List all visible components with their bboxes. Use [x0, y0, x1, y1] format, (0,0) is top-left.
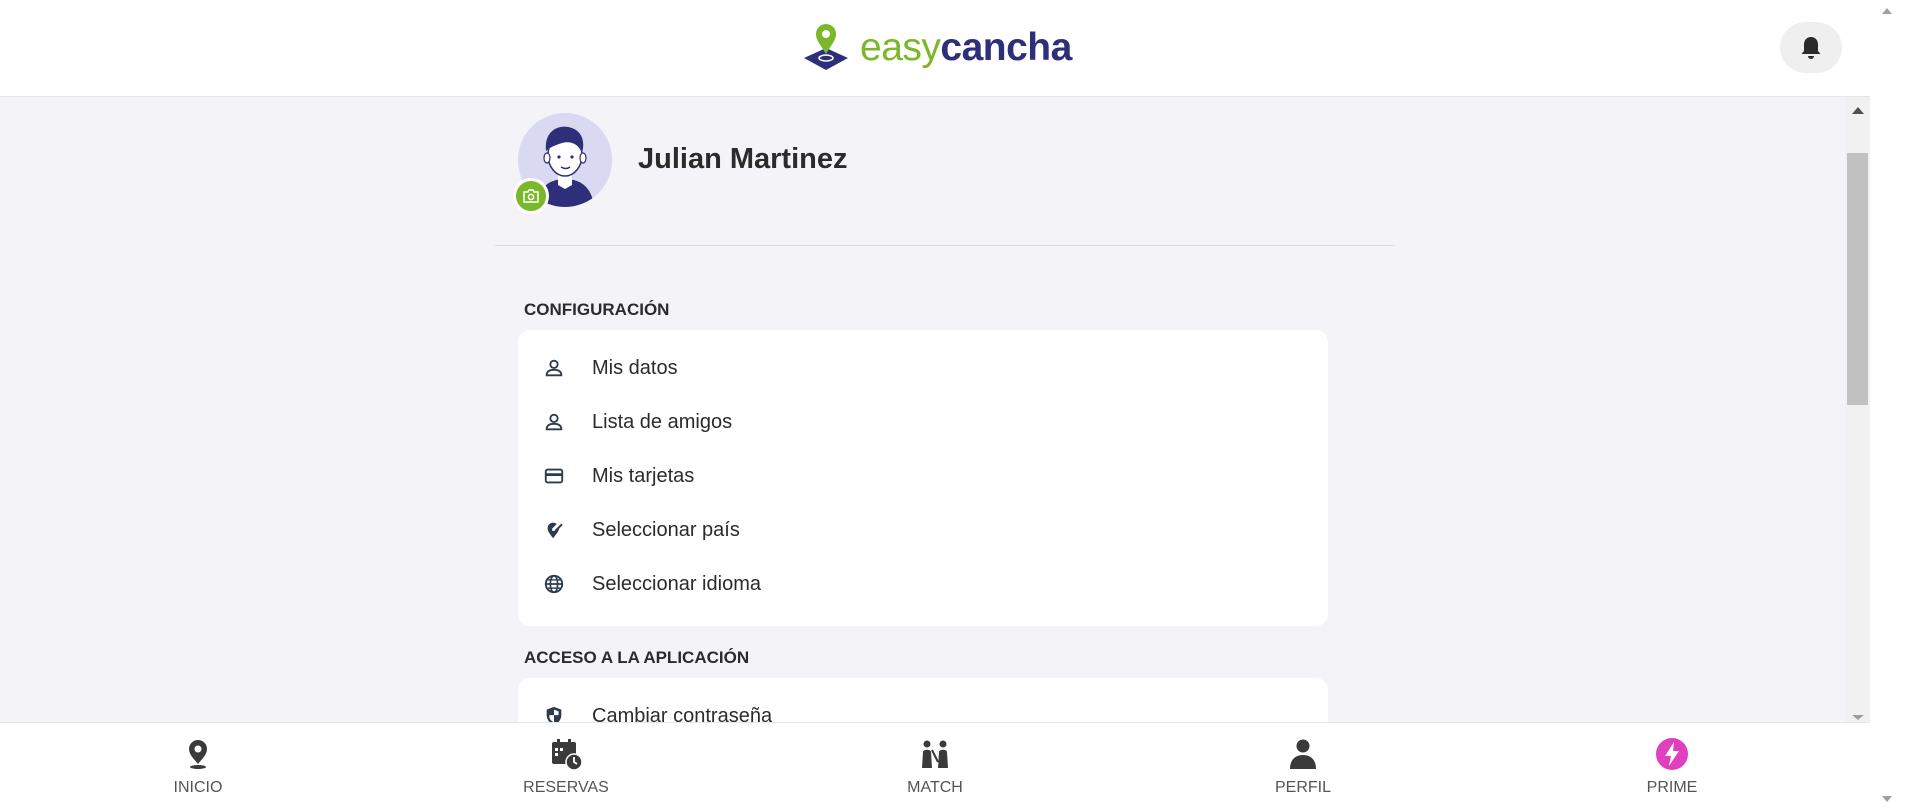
- window-scrollbar[interactable]: [1870, 0, 1920, 812]
- nav-label: RESERVAS: [523, 779, 609, 796]
- content-scrollbar[interactable]: [1845, 97, 1870, 722]
- window-scroll-down-arrow[interactable]: [1882, 796, 1892, 802]
- menu-item-label: Seleccionar idioma: [592, 572, 761, 595]
- nav-item-match[interactable]: MATCH: [855, 723, 1015, 812]
- credit-card-icon: [542, 464, 566, 488]
- menu-item-seleccionar-pais[interactable]: Seleccionar país: [518, 510, 1328, 550]
- menu-item-label: Cambiar contraseña: [592, 704, 773, 723]
- user-name: Julian Martinez: [638, 143, 848, 175]
- easycancha-logo[interactable]: easycancha: [800, 24, 1072, 72]
- scroll-up-arrow[interactable]: [1852, 107, 1864, 114]
- profile-divider: [495, 245, 1395, 246]
- nav-label: PERFIL: [1274, 779, 1331, 796]
- menu-item-label: Mis datos: [592, 356, 678, 379]
- logo-text-cancha: cancha: [940, 26, 1072, 69]
- logo-pin-icon: [804, 24, 848, 70]
- menu-item-label: Lista de amigos: [592, 410, 733, 433]
- person-icon: [542, 410, 566, 434]
- nav-label: PRIME: [1646, 779, 1698, 796]
- menu-item-mis-datos[interactable]: Mis datos: [518, 348, 1328, 388]
- user-icon: [1284, 735, 1322, 773]
- menu-item-seleccionar-idioma[interactable]: Seleccionar idioma: [518, 564, 1328, 604]
- scrollbar-thumb[interactable]: [1847, 153, 1868, 405]
- location-edit-icon: [542, 518, 566, 542]
- nav-item-inicio[interactable]: INICIO: [118, 723, 278, 812]
- shield-icon: [542, 704, 566, 722]
- top-header: easycancha: [0, 0, 1870, 97]
- lightning-icon: [1653, 735, 1691, 773]
- logo-text: easycancha: [860, 26, 1072, 70]
- menu-item-cambiar-contrasena[interactable]: Cambiar contraseña: [518, 696, 1328, 722]
- window-scroll-up-arrow[interactable]: [1882, 8, 1892, 14]
- map-pin-icon: [179, 735, 217, 773]
- access-card: Cambiar contraseña: [518, 678, 1328, 722]
- change-photo-button[interactable]: [513, 178, 549, 214]
- section-title-acceso: ACCESO A LA APLICACIÓN: [524, 648, 750, 667]
- nav-label: MATCH: [907, 779, 963, 796]
- logo-text-easy: easy: [860, 26, 941, 69]
- menu-item-lista-de-amigos[interactable]: Lista de amigos: [518, 402, 1328, 442]
- scroll-down-arrow[interactable]: [1852, 715, 1864, 720]
- camera-icon: [523, 189, 539, 203]
- globe-icon: [542, 572, 566, 596]
- menu-item-mis-tarjetas[interactable]: Mis tarjetas: [518, 456, 1328, 496]
- nav-item-reservas[interactable]: RESERVAS: [486, 723, 646, 812]
- person-icon: [542, 356, 566, 380]
- bell-icon: [1801, 36, 1821, 59]
- profile-content[interactable]: Julian Martinez CONFIGURACIÓN Mis datos …: [0, 97, 1870, 722]
- menu-item-label: Seleccionar país: [592, 518, 740, 541]
- bottom-navigation: INICIO RESERVAS MATCH PERFIL PRIME: [0, 722, 1870, 812]
- players-icon: [916, 735, 954, 773]
- section-title-configuracion: CONFIGURACIÓN: [524, 300, 670, 319]
- calendar-clock-icon: [547, 735, 585, 773]
- settings-card: Mis datos Lista de amigos Mis tarjetas S…: [518, 330, 1328, 626]
- nav-label: INICIO: [173, 779, 223, 796]
- nav-item-prime[interactable]: PRIME: [1592, 723, 1752, 812]
- nav-item-perfil[interactable]: PERFIL: [1223, 723, 1383, 812]
- notifications-button[interactable]: [1780, 22, 1842, 73]
- menu-item-label: Mis tarjetas: [592, 464, 695, 487]
